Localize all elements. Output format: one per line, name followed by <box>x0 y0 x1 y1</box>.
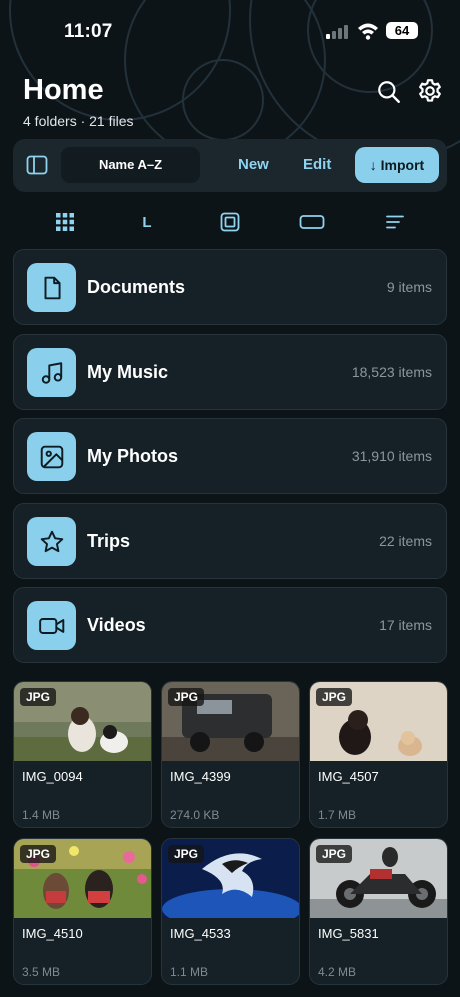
folder-name: My Photos <box>87 446 179 466</box>
photo-icon <box>27 432 76 481</box>
file-card[interactable]: JPG IMG_4399 274.0 KB <box>161 681 300 828</box>
list-view-icon[interactable] <box>378 210 412 234</box>
file-type-badge: JPG <box>316 688 353 706</box>
file-type-badge: JPG <box>20 688 57 706</box>
file-name: IMG_4507 <box>318 769 379 784</box>
folder-name: Trips <box>87 531 131 551</box>
folder-count: 17 items <box>379 617 432 633</box>
gear-icon[interactable] <box>416 77 444 105</box>
file-size: 3.5 MB <box>22 965 61 979</box>
file-size: 4.2 MB <box>318 965 357 979</box>
folder-count: 18,523 items <box>351 364 432 380</box>
new-button[interactable]: New <box>238 147 269 183</box>
file-name: IMG_4399 <box>170 769 231 784</box>
folder-row[interactable]: My Music 18,523 items <box>13 334 447 410</box>
search-icon[interactable] <box>376 79 402 105</box>
folder-count: 31,910 items <box>351 448 432 464</box>
file-size: 274.0 KB <box>170 808 220 822</box>
file-card[interactable]: JPG IMG_0094 1.4 MB <box>13 681 152 828</box>
grid-view-icon[interactable] <box>48 210 82 234</box>
file-card[interactable]: JPG IMG_4533 1.1 MB <box>161 838 300 985</box>
single-view-icon[interactable] <box>213 210 247 234</box>
edit-button[interactable]: Edit <box>303 147 331 183</box>
file-name: IMG_4533 <box>170 926 231 941</box>
cellular-signal-icon <box>326 25 348 39</box>
wide-view-icon[interactable] <box>295 210 329 234</box>
file-size: 1.7 MB <box>318 808 357 822</box>
folder-row[interactable]: My Photos 31,910 items <box>13 418 447 494</box>
file-name: IMG_5831 <box>318 926 379 941</box>
folder-row[interactable]: Videos 17 items <box>13 587 447 663</box>
folder-name: Videos <box>87 615 146 635</box>
file-card[interactable]: JPG IMG_4507 1.7 MB <box>309 681 448 828</box>
music-note-icon <box>27 348 76 397</box>
folder-count: 9 items <box>386 279 432 295</box>
folder-row[interactable]: Trips 22 items <box>13 503 447 579</box>
folder-name: My Music <box>87 362 169 382</box>
file-type-badge: JPG <box>20 845 57 863</box>
wifi-icon <box>358 23 378 40</box>
file-name: IMG_0094 <box>22 769 83 784</box>
document-icon <box>27 263 76 312</box>
file-type-badge: JPG <box>168 845 205 863</box>
file-type-badge: JPG <box>168 688 205 706</box>
folder-name: Documents <box>87 277 186 297</box>
file-card[interactable]: JPG IMG_4510 3.5 MB <box>13 838 152 985</box>
file-size: 1.1 MB <box>170 965 209 979</box>
file-name: IMG_4510 <box>22 926 83 941</box>
star-icon <box>27 517 76 566</box>
sort-selector[interactable]: Name A–Z <box>61 147 200 183</box>
battery-indicator: 64 <box>386 22 418 39</box>
status-time: 11:07 <box>64 21 113 42</box>
folder-row[interactable]: Documents 9 items <box>13 249 447 325</box>
library-summary: 4 folders · 21 files <box>23 113 134 129</box>
file-card[interactable]: JPG IMG_5831 4.2 MB <box>309 838 448 985</box>
status-bar: 11:07 64 <box>0 0 460 62</box>
sidebar-toggle-icon[interactable] <box>25 153 49 177</box>
view-switcher: L <box>0 206 460 238</box>
video-camera-icon <box>27 601 76 650</box>
import-button[interactable]: ↓ Import <box>355 147 439 183</box>
large-view-option[interactable]: L <box>130 210 164 234</box>
folder-count: 22 items <box>379 533 432 549</box>
toolbar: Name A–Z New Edit ↓ Import <box>13 139 447 192</box>
file-size: 1.4 MB <box>22 808 61 822</box>
page-title: Home <box>23 74 104 106</box>
file-type-badge: JPG <box>316 845 353 863</box>
